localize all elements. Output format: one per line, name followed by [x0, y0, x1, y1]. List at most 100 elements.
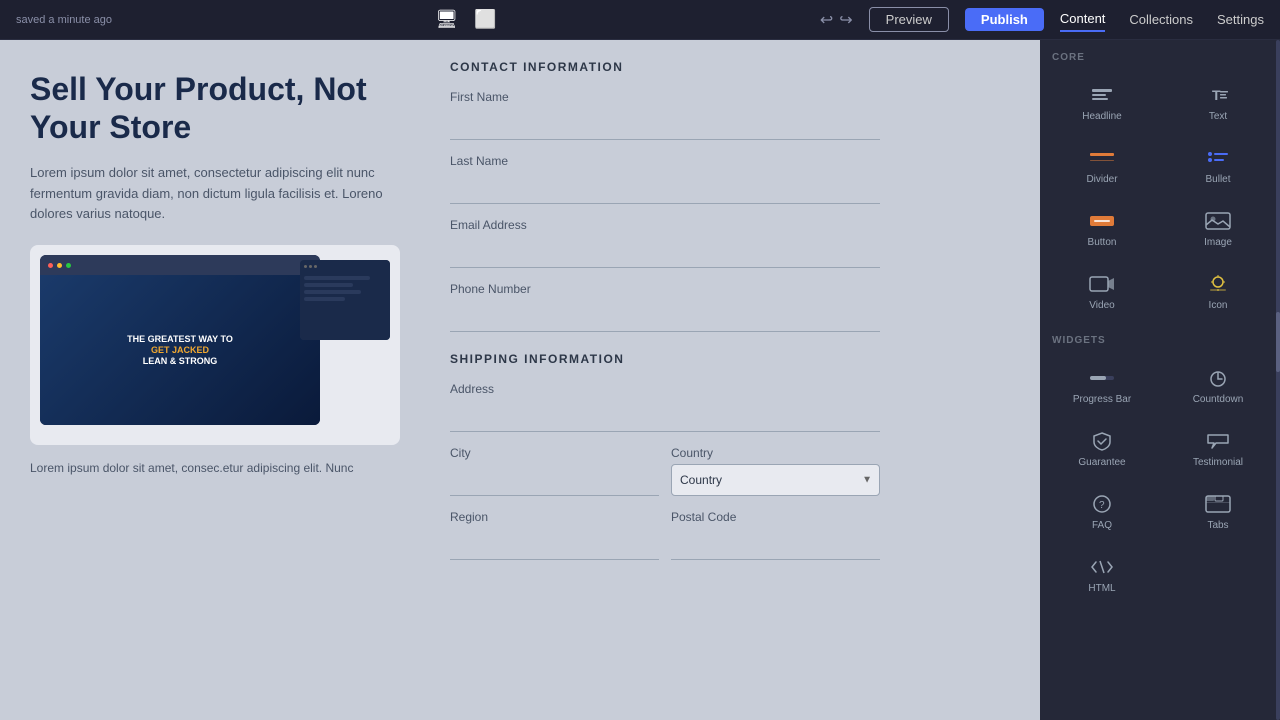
form-section: CONTACT INFORMATION First Name Last Name… — [450, 60, 880, 574]
widget-icon-item[interactable]: Icon — [1164, 264, 1272, 319]
video-label: Video — [1089, 300, 1114, 311]
button-label: Button — [1088, 237, 1117, 248]
testimonial-label: Testimonial — [1193, 457, 1243, 468]
image-label: Image — [1204, 237, 1232, 248]
first-name-label: First Name — [450, 90, 880, 104]
widget-text[interactable]: T Text — [1164, 75, 1272, 130]
canvas-inner: Sell Your Product, Not Your Store Lorem … — [0, 40, 1040, 720]
mockup-container: THE GREATEST WAY TO GET JACKED LEAN & ST… — [30, 245, 400, 445]
postal-group: Postal Code — [671, 510, 880, 560]
email-group: Email Address — [450, 218, 880, 268]
tab-content[interactable]: Content — [1060, 7, 1106, 32]
left-section: Sell Your Product, Not Your Store Lorem … — [30, 60, 410, 485]
core-widgets-grid: Headline T Text — [1048, 75, 1272, 319]
address-input[interactable] — [450, 400, 880, 432]
widget-countdown[interactable]: Countdown — [1164, 358, 1272, 413]
headline-label: Headline — [1082, 111, 1121, 122]
phone-group: Phone Number — [450, 282, 880, 332]
button-icon — [1088, 209, 1116, 233]
tabs-label: Tabs — [1207, 520, 1228, 531]
text-icon: T — [1204, 83, 1232, 107]
widget-testimonial[interactable]: Testimonial — [1164, 421, 1272, 476]
progress-label: Progress Bar — [1073, 394, 1131, 405]
svg-text:?: ? — [1099, 500, 1105, 511]
widget-video[interactable]: Video — [1048, 264, 1156, 319]
bullet-icon — [1204, 146, 1232, 170]
faq-icon: ? — [1088, 492, 1116, 516]
canvas: Sell Your Product, Not Your Store Lorem … — [0, 40, 1040, 720]
first-name-input[interactable] — [450, 108, 880, 140]
widget-headline[interactable]: Headline — [1048, 75, 1156, 130]
guarantee-label: Guarantee — [1078, 457, 1125, 468]
tabs-icon — [1204, 492, 1232, 516]
widget-progress[interactable]: Progress Bar — [1048, 358, 1156, 413]
widget-guarantee[interactable]: Guarantee — [1048, 421, 1156, 476]
html-label: HTML — [1088, 583, 1115, 594]
mockup-text-1: THE GREATEST WAY TO GET JACKED LEAN & ST… — [127, 334, 233, 366]
last-name-input[interactable] — [450, 172, 880, 204]
faq-label: FAQ — [1092, 520, 1112, 531]
scrollbar-track — [1276, 40, 1280, 720]
widget-divider[interactable]: Divider — [1048, 138, 1156, 193]
address-group: Address — [450, 382, 880, 432]
video-icon — [1088, 272, 1116, 296]
widget-html[interactable]: HTML — [1048, 547, 1156, 602]
widget-image[interactable]: Image — [1164, 201, 1272, 256]
divider-icon — [1088, 146, 1116, 170]
email-input[interactable] — [450, 236, 880, 268]
preview-button[interactable]: Preview — [869, 7, 949, 32]
city-label: City — [450, 446, 659, 460]
phone-label: Phone Number — [450, 282, 880, 296]
top-bar-right: ↩ ↪ Preview Publish Content Collections … — [820, 7, 1264, 32]
widget-button[interactable]: Button — [1048, 201, 1156, 256]
html-icon — [1088, 555, 1116, 579]
widget-tabs[interactable]: Tabs — [1164, 484, 1272, 539]
widget-items-grid: Progress Bar Countdown — [1048, 358, 1272, 602]
region-postal-row: Region Postal Code — [450, 510, 880, 574]
nav-tabs: Content Collections Settings — [1060, 7, 1264, 32]
mockup-screen-main: THE GREATEST WAY TO GET JACKED LEAN & ST… — [40, 255, 320, 425]
tablet-icon[interactable]: ⬜ — [470, 5, 500, 34]
city-group: City — [450, 446, 659, 496]
shipping-section-title: SHIPPING INFORMATION — [450, 352, 880, 366]
progress-icon — [1088, 366, 1116, 390]
editor-area: Sell Your Product, Not Your Store Lorem … — [0, 40, 1280, 720]
mockup-screen-small — [300, 260, 390, 340]
divider-label: Divider — [1086, 174, 1117, 185]
countdown-label: Countdown — [1193, 394, 1244, 405]
bottom-text: Lorem ipsum dolor sit amet, consec.etur … — [30, 461, 410, 475]
widget-faq[interactable]: ? FAQ — [1048, 484, 1156, 539]
first-name-group: First Name — [450, 90, 880, 140]
address-label: Address — [450, 382, 880, 396]
last-name-group: Last Name — [450, 154, 880, 204]
main-content: Sell Your Product, Not Your Store Lorem … — [30, 60, 1010, 574]
right-panel: CORE Headline T — [1040, 40, 1280, 720]
country-select[interactable]: Country United States United Kingdom Can… — [671, 464, 880, 496]
tab-settings[interactable]: Settings — [1217, 8, 1264, 31]
redo-icon[interactable]: ↪ — [839, 10, 852, 30]
phone-input[interactable] — [450, 300, 880, 332]
tab-collections[interactable]: Collections — [1129, 8, 1193, 31]
widget-bullet[interactable]: Bullet — [1164, 138, 1272, 193]
last-name-label: Last Name — [450, 154, 880, 168]
widgets-section-label: WIDGETS — [1048, 335, 1272, 346]
testimonial-icon — [1204, 429, 1232, 453]
city-input[interactable] — [450, 464, 659, 496]
scrollbar-thumb[interactable] — [1276, 312, 1280, 372]
contact-section-title: CONTACT INFORMATION — [450, 60, 880, 74]
region-input[interactable] — [450, 528, 659, 560]
image-icon — [1204, 209, 1232, 233]
postal-input[interactable] — [671, 528, 880, 560]
bullet-label: Bullet — [1205, 174, 1230, 185]
country-select-wrapper: Country United States United Kingdom Can… — [671, 464, 880, 496]
region-label: Region — [450, 510, 659, 524]
desktop-icon[interactable]: 🖥 — [431, 5, 462, 34]
guarantee-icon — [1088, 429, 1116, 453]
undo-redo-group: ↩ ↪ — [820, 10, 853, 30]
country-label: Country — [671, 446, 880, 460]
top-bar: saved a minute ago 🖥 ⬜ ↩ ↪ Preview Publi… — [0, 0, 1280, 40]
undo-icon[interactable]: ↩ — [820, 10, 833, 30]
headline-icon — [1088, 83, 1116, 107]
icon-widget-icon — [1204, 272, 1232, 296]
publish-button[interactable]: Publish — [965, 8, 1044, 31]
